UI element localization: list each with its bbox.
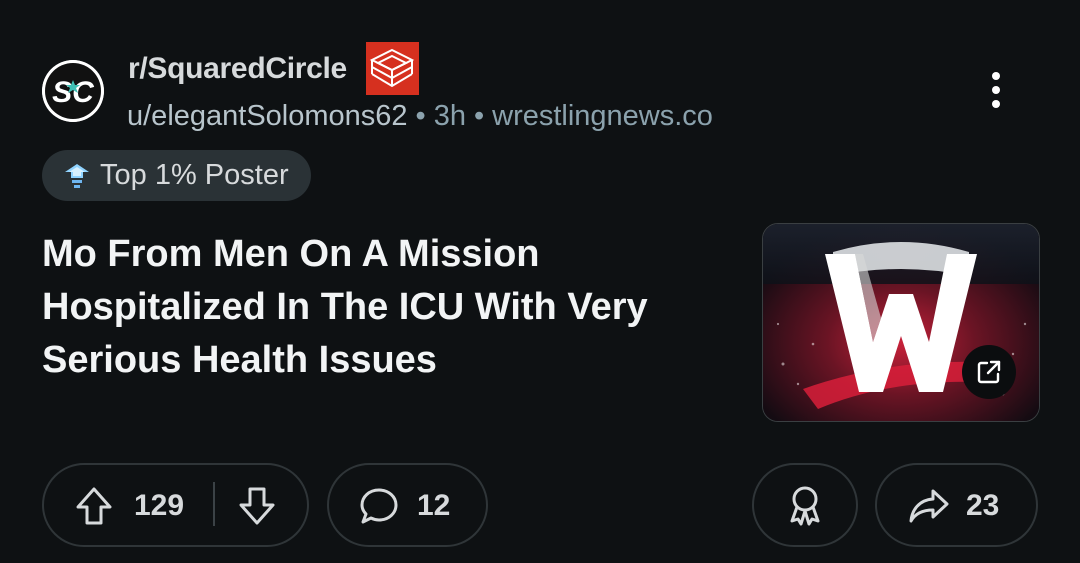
subreddit-name[interactable]: r/SquaredCircle	[128, 52, 347, 86]
subreddit-avatar[interactable]: SC	[42, 60, 104, 122]
comment-count: 12	[417, 489, 451, 522]
share-arrow-icon	[909, 489, 949, 523]
upvote-arrow-icon	[76, 487, 112, 525]
flair-label: Top 1% Poster	[100, 159, 289, 191]
wrestling-ring-icon	[366, 42, 419, 95]
comments-button[interactable]: 12	[327, 463, 488, 547]
downvote-button[interactable]	[237, 485, 277, 527]
comment-bubble-icon	[360, 488, 398, 524]
downvote-arrow-icon	[239, 487, 275, 525]
award-button[interactable]	[752, 463, 858, 547]
external-link-icon	[977, 360, 1001, 384]
post-title[interactable]: Mo From Men On A Mission Hospitalized In…	[42, 228, 732, 387]
share-button[interactable]: 23	[875, 463, 1038, 547]
share-count: 23	[966, 489, 1000, 522]
more-options-button[interactable]	[980, 70, 1012, 110]
post-meta: u/elegantSolomons62 • 3h • wrestlingnews.co	[127, 100, 713, 133]
meta-separator: •	[415, 100, 426, 132]
post-domain[interactable]: wrestlingnews.co	[492, 100, 713, 132]
vote-divider	[213, 482, 215, 526]
vote-group: 129	[42, 463, 309, 547]
top-poster-icon	[65, 163, 89, 188]
more-vertical-icon	[992, 72, 1000, 108]
meta-separator: •	[473, 100, 485, 132]
svg-text:SC: SC	[52, 76, 95, 109]
sc-logo-icon: SC	[42, 60, 104, 122]
user-flair[interactable]: Top 1% Poster	[42, 150, 311, 201]
author-link[interactable]: u/elegantSolomons62	[127, 100, 408, 132]
award-icon	[790, 486, 820, 526]
external-link-button[interactable]	[962, 345, 1016, 399]
post-time: 3h	[433, 100, 466, 132]
upvote-button[interactable]	[74, 485, 114, 527]
upvote-count: 129	[134, 489, 185, 522]
